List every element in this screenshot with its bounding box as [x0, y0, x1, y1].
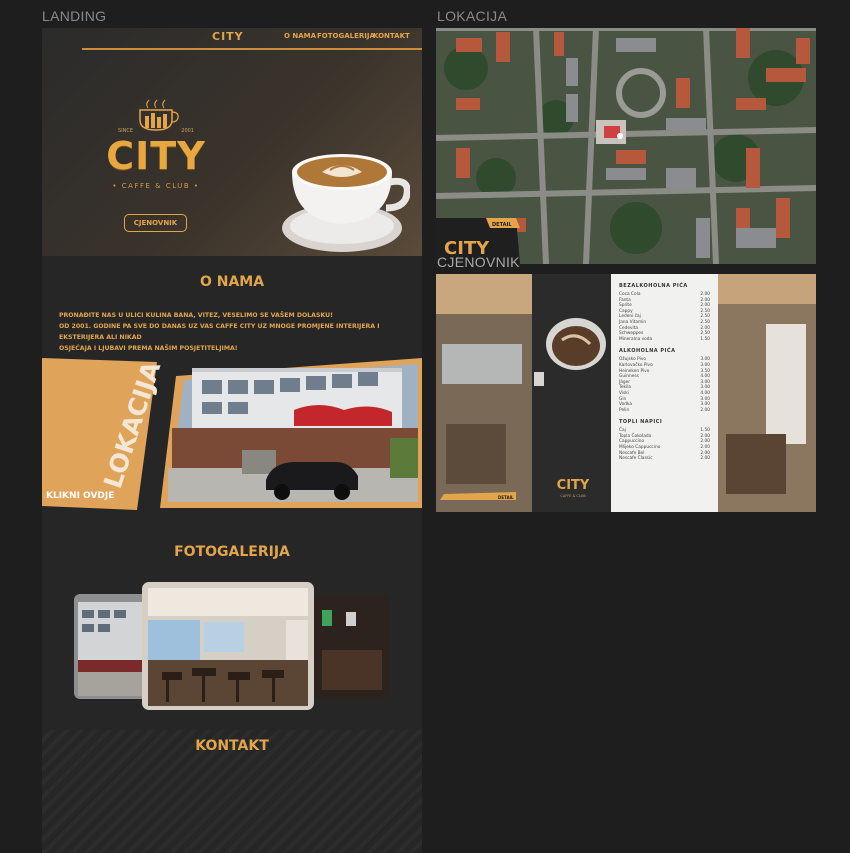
map-pin-icon[interactable]: [617, 133, 623, 139]
onama-text: PRONAĐITE NAS U ULICI KULINA BANA, VITEZ…: [59, 310, 409, 354]
onama-title: O NAMA: [199, 274, 265, 290]
photo-gallery[interactable]: [72, 580, 392, 715]
menu-item-name: Pelin: [619, 407, 630, 413]
onama-line: OSJEĆAJA I LJUBAVI PREMA NAŠIM POSJETITE…: [59, 345, 238, 352]
onama-line: OD 2001. GODINE PA SVE DO DANAS UZ VAS C…: [59, 323, 380, 341]
menu-section-title: ALKOHOLNA PIĆA: [619, 348, 676, 355]
nav-item-fotogalerija[interactable]: FOTOGALERIJA: [317, 32, 375, 40]
cjenovnik-button[interactable]: CJENOVNIK: [124, 214, 187, 232]
menu-card: BEZALKOHOLNA PIĆA Coca Cola 2.00 Fanta 2.00 S…: [611, 274, 718, 512]
menu-item: Nescafe Classic 2.00: [619, 456, 710, 462]
landing-mockup: CITY O NAMA FOTOGALERIJA KONTAKT SINCE 2…: [42, 28, 422, 853]
lokacija-label: LOKACIJA: [437, 8, 508, 24]
nav-underline: [82, 48, 422, 50]
city-logo: SINCE 2001 CITY • CAFFE & CLUB •: [90, 98, 222, 198]
hero-section: CITY O NAMA FOTOGALERIJA KONTAKT SINCE 2…: [42, 28, 422, 256]
cjenovnik-photo-panel: [532, 274, 612, 512]
nav-item-kontakt[interactable]: KONTAKT: [373, 32, 410, 40]
menu-item: Pelin 2.00: [619, 408, 710, 414]
menu-item-name: Mineralna voda: [619, 336, 653, 342]
map-tag: DETAIL: [492, 222, 512, 228]
menu-section-title: TOPLI NAPICI: [619, 419, 663, 426]
photo-tag: DETAIL: [498, 495, 514, 500]
menu-item: Mineralna voda 1.50: [619, 337, 710, 343]
logo-tagline: • CAFFE & CLUB •: [112, 182, 200, 190]
lokacija-banner[interactable]: LOKACIJA KLIKNI OVDJE: [42, 358, 422, 518]
cjenovnik-mockup: CITY CAFFE & CLUB DETAIL BEZALKOHOLNA PI…: [436, 274, 816, 512]
landing-label: LANDING: [42, 8, 107, 24]
menu-item-name: Nescafe Classic: [619, 456, 653, 462]
cup-skyline-icon: [139, 99, 179, 131]
nav-logo[interactable]: CITY: [212, 30, 244, 43]
klikni-ovdje-link[interactable]: KLIKNI OVDJE: [46, 491, 114, 501]
photo-sub: CAFFE & CLUB: [560, 494, 586, 498]
nav-item-o-nama[interactable]: O NAMA: [284, 32, 316, 40]
logo-name: CITY: [106, 134, 206, 178]
menu-item-price: 1.50: [700, 336, 710, 342]
menu-section-title: BEZALKOHOLNA PIĆA: [619, 283, 688, 289]
satellite-map[interactable]: DETAIL CITY: [436, 28, 816, 264]
coffee-cup-image: [282, 154, 410, 252]
onama-line: PRONAĐITE NAS U ULICI KULINA BANA, VITEZ…: [59, 312, 333, 319]
menu-item-price: 2.00: [700, 456, 710, 462]
kontakt-section: KONTAKT: [42, 730, 422, 853]
photo-logo: CITY: [557, 478, 590, 493]
fotogalerija-title: FOTOGALERIJA: [174, 544, 290, 560]
kontakt-title: KONTAKT: [195, 738, 269, 754]
cjenovnik-label: CJENOVNIK: [437, 254, 520, 270]
menu-item-price: 2.00: [700, 407, 710, 413]
